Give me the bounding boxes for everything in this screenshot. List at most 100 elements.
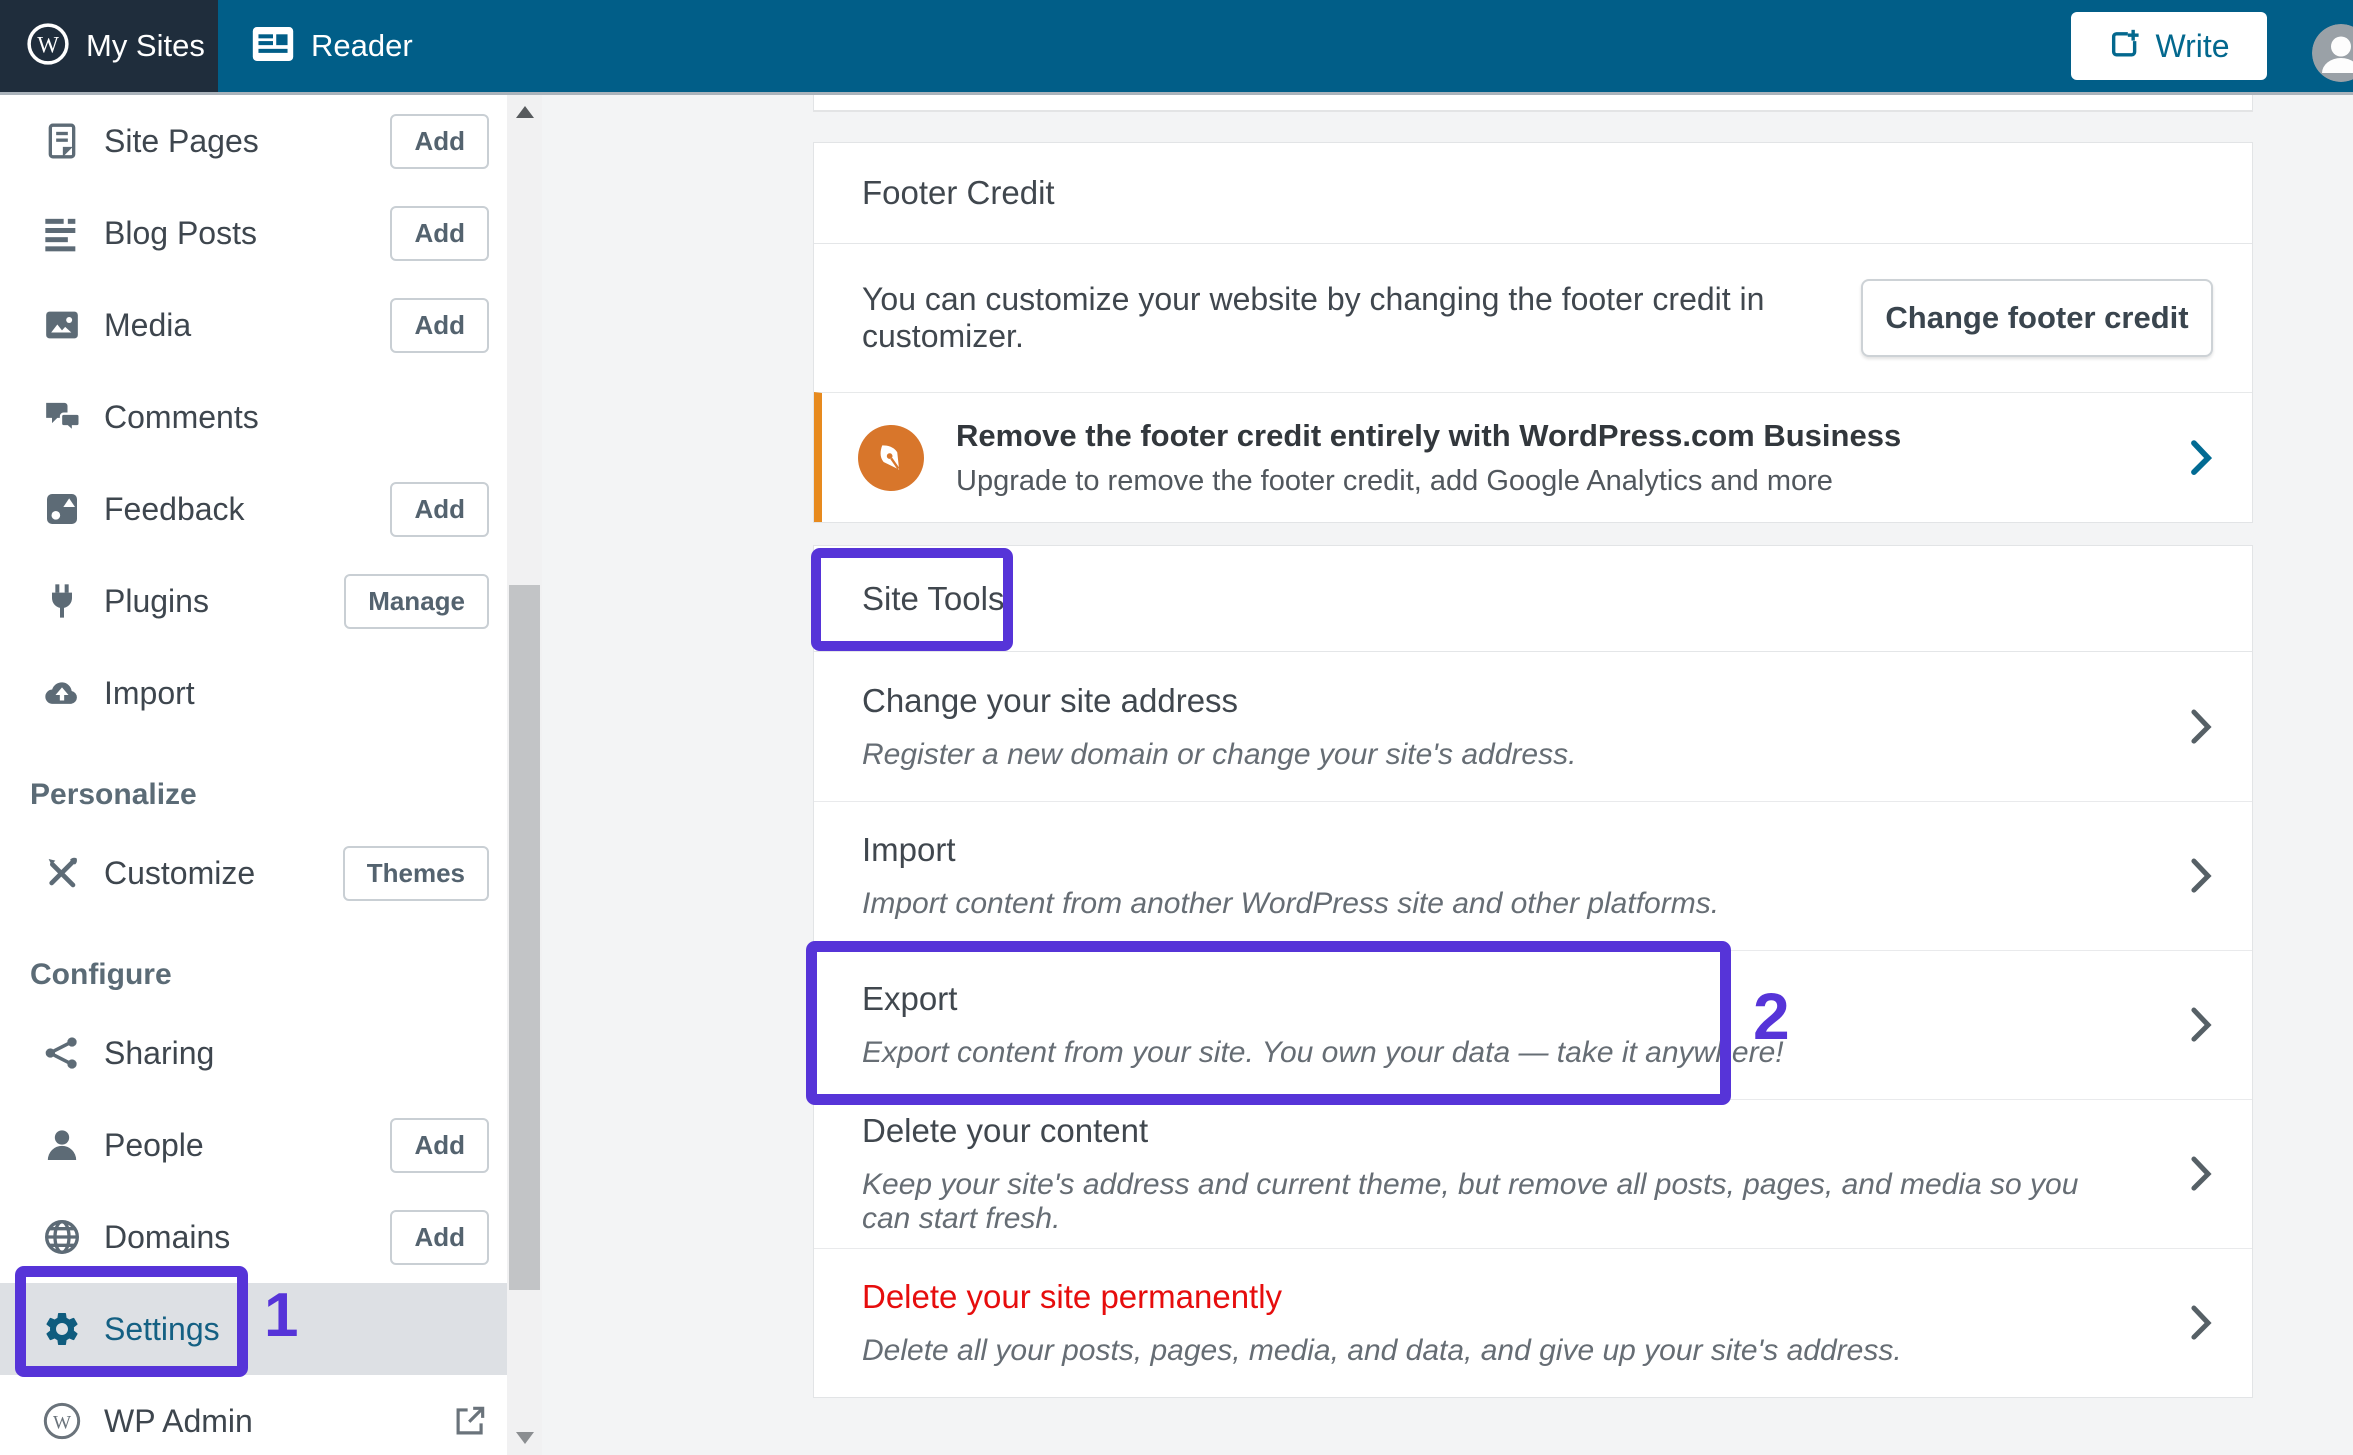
sidebar-item-label: Media <box>104 306 192 343</box>
write-label: Write <box>2155 27 2230 64</box>
footer-credit-title: Footer Credit <box>862 174 1055 211</box>
wordpress-logo-icon: W <box>26 22 70 71</box>
chevron-right-icon <box>2191 1007 2212 1042</box>
screen: W My Sites Reader Write Site Pages Add B… <box>0 0 2353 1455</box>
sidebar-item-label: Feedback <box>104 490 245 527</box>
sidebar-item-label: People <box>104 1126 204 1163</box>
chevron-right-icon <box>2191 1156 2212 1191</box>
sidebar-item-label: Plugins <box>104 582 209 619</box>
my-sites-label: My Sites <box>86 28 205 63</box>
sidebar-section-personalize: Personalize <box>30 778 197 811</box>
site-tools-title: Site Tools <box>862 579 1005 617</box>
sidebar-item-customize[interactable]: Customize Themes <box>0 827 507 919</box>
main-content: Footer Credit You can customize your web… <box>542 95 2353 1455</box>
banner-subtitle: Upgrade to remove the footer credit, add… <box>956 464 1833 497</box>
user-avatar[interactable] <box>2312 24 2353 82</box>
wordpress-outline-icon: W <box>40 1399 84 1443</box>
my-sites-menu[interactable]: W My Sites <box>0 0 218 92</box>
media-icon <box>40 303 84 347</box>
footer-credit-header: Footer Credit <box>814 143 2252 244</box>
comments-icon <box>40 395 84 439</box>
add-domain-button[interactable]: Add <box>390 1209 489 1265</box>
svg-text:W: W <box>53 1412 72 1433</box>
previous-card-bottom-edge <box>813 95 2253 112</box>
sidebar-item-label: Domains <box>104 1218 231 1255</box>
people-icon <box>40 1123 84 1167</box>
site-sidebar: Site Pages Add Blog Posts Add Media Add … <box>0 95 507 1455</box>
sidebar-item-plugins[interactable]: Plugins Manage <box>0 555 507 647</box>
sidebar-item-media[interactable]: Media Add <box>0 279 507 371</box>
row-title: Delete your site permanently <box>862 1278 1283 1315</box>
reader-menu[interactable]: Reader <box>252 26 413 67</box>
plugins-icon <box>40 579 84 623</box>
sidebar-item-people[interactable]: People Add <box>0 1099 507 1191</box>
row-title: Export <box>862 980 958 1017</box>
scrollbar-thumb[interactable] <box>509 585 540 1290</box>
chevron-right-icon <box>2191 858 2212 893</box>
row-description: Import content from another WordPress si… <box>862 887 1720 920</box>
sidebar-item-comments[interactable]: Comments <box>0 371 507 463</box>
chevron-right-icon <box>2191 439 2212 475</box>
add-feedback-button[interactable]: Add <box>390 481 489 537</box>
sidebar-item-label: Site Pages <box>104 122 259 159</box>
sidebar-item-wp-admin[interactable]: W WP Admin <box>0 1375 507 1455</box>
feedback-icon <box>40 487 84 531</box>
sidebar-scrollbar[interactable] <box>507 95 542 1455</box>
add-people-button[interactable]: Add <box>390 1117 489 1173</box>
sidebar-item-label: Customize <box>104 854 256 891</box>
row-delete-site-permanently[interactable]: Delete your site permanently Delete all … <box>814 1248 2252 1397</box>
sidebar-item-feedback[interactable]: Feedback Add <box>0 463 507 555</box>
sidebar-item-sharing[interactable]: Sharing <box>0 1007 507 1099</box>
masterbar: W My Sites Reader Write <box>0 0 2353 95</box>
sidebar-item-domains[interactable]: Domains Add <box>0 1191 507 1283</box>
row-title: Delete your content <box>862 1112 1149 1149</box>
business-upsell-banner[interactable]: Remove the footer credit entirely with W… <box>814 392 2252 522</box>
row-description: Register a new domain or change your sit… <box>862 737 1577 771</box>
row-title: Change your site address <box>862 681 1239 719</box>
row-change-site-address[interactable]: Change your site address Register a new … <box>814 652 2252 801</box>
import-cloud-icon <box>40 671 84 715</box>
add-page-button[interactable]: Add <box>390 113 489 169</box>
site-tools-header: Site Tools <box>814 546 2252 652</box>
scroll-down-button[interactable] <box>507 1421 542 1455</box>
row-export[interactable]: Export Export content from your site. Yo… <box>814 950 2252 1099</box>
row-description: Delete all your posts, pages, media, and… <box>862 1334 1902 1367</box>
manage-plugins-button[interactable]: Manage <box>344 573 489 629</box>
reader-icon <box>252 26 294 67</box>
svg-text:W: W <box>37 32 59 57</box>
themes-button[interactable]: Themes <box>342 845 489 901</box>
reader-label: Reader <box>311 28 413 63</box>
sidebar-item-blog-posts[interactable]: Blog Posts Add <box>0 187 507 279</box>
row-title: Import <box>862 831 956 868</box>
pen-nib-icon <box>858 424 924 491</box>
add-post-button[interactable]: Add <box>390 205 489 261</box>
sidebar-item-settings[interactable]: Settings <box>0 1283 507 1375</box>
triangle-down-icon <box>515 1432 534 1444</box>
sharing-icon <box>40 1031 84 1075</box>
sidebar-item-import[interactable]: Import <box>0 647 507 739</box>
banner-title: Remove the footer credit entirely with W… <box>956 417 1902 453</box>
pages-icon <box>40 119 84 163</box>
sidebar-item-label: Sharing <box>104 1034 215 1071</box>
row-description: Export content from your site. You own y… <box>862 1036 1784 1069</box>
sidebar-item-label: Settings <box>104 1310 220 1347</box>
posts-icon <box>40 211 84 255</box>
row-import[interactable]: Import Import content from another WordP… <box>814 801 2252 950</box>
triangle-up-icon <box>515 106 534 118</box>
write-button[interactable]: Write <box>2071 12 2267 80</box>
row-delete-content[interactable]: Delete your content Keep your site's add… <box>814 1099 2252 1248</box>
row-description: Keep your site's address and current the… <box>862 1168 2079 1235</box>
chevron-right-icon <box>2191 1305 2212 1340</box>
sidebar-item-label: Comments <box>104 398 259 435</box>
sidebar-section-configure: Configure <box>30 958 172 991</box>
footer-credit-description: You can customize your website by changi… <box>862 281 1765 354</box>
sidebar-item-label: Blog Posts <box>104 214 257 251</box>
sidebar-item-label: Import <box>104 674 195 711</box>
scroll-up-button[interactable] <box>507 95 542 129</box>
add-media-button[interactable]: Add <box>390 297 489 353</box>
change-footer-credit-button[interactable]: Change footer credit <box>1861 279 2213 357</box>
sidebar-item-label: WP Admin <box>104 1402 253 1439</box>
footer-credit-card: Footer Credit You can customize your web… <box>813 142 2253 523</box>
sidebar-item-site-pages[interactable]: Site Pages Add <box>0 95 507 187</box>
site-tools-card: Site Tools Change your site address Regi… <box>813 545 2253 1398</box>
